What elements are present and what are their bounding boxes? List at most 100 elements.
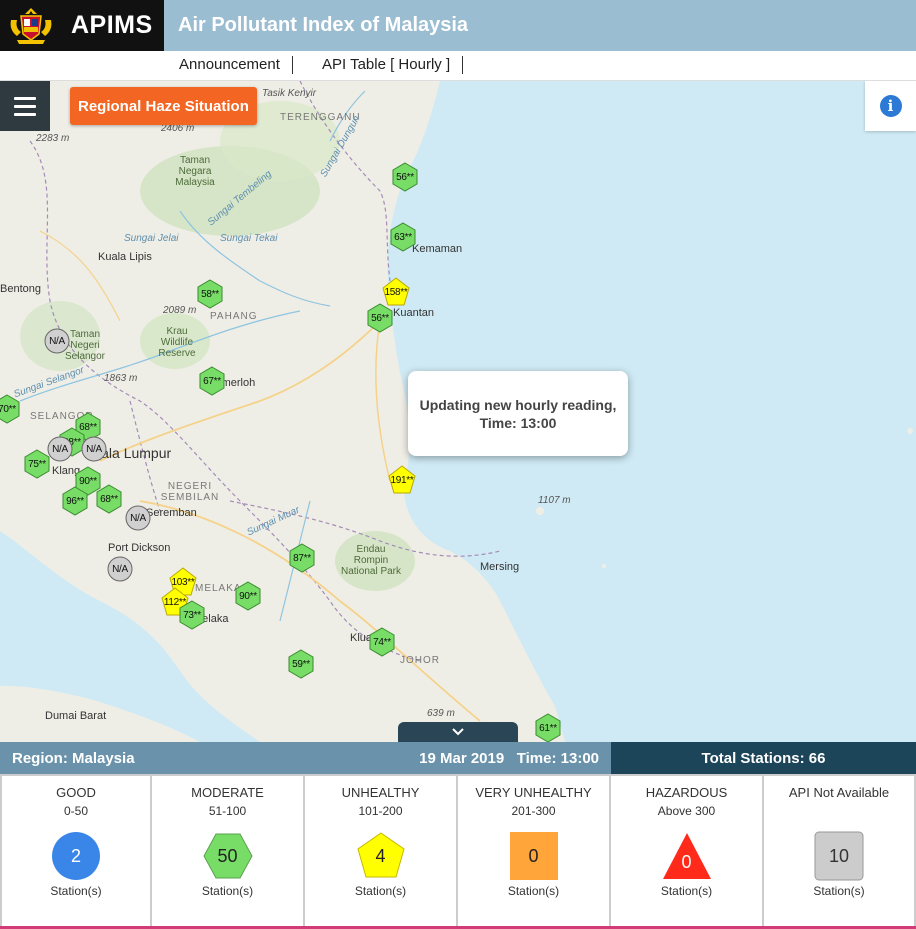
map-label-seremban: Seremban xyxy=(146,507,197,519)
station-marker[interactable]: N/A xyxy=(106,553,134,585)
legend-station-label: Station(s) xyxy=(201,884,254,898)
map-label-sungai-tekai: Sungai Tekai xyxy=(220,233,278,244)
map-label-kuala-lipis: Kuala Lipis xyxy=(98,251,152,263)
legend-api-not-available[interactable]: API Not Available 10 Station(s) xyxy=(764,776,916,926)
legend-range: 101-200 xyxy=(358,804,403,818)
station-marker[interactable]: 74** xyxy=(368,626,396,658)
station-marker[interactable]: 56** xyxy=(391,161,419,193)
legend-square-icon: 0 xyxy=(509,831,559,881)
station-marker-value: 90** xyxy=(239,590,257,602)
api-legend: GOOD 0-50 2 Station(s) MODERATE 51-100 50 Stati… xyxy=(0,774,916,929)
datetime-label: 19 Mar 2019 Time: 13:00 xyxy=(419,750,599,767)
chevron-down-icon xyxy=(452,728,464,736)
expand-panel-button[interactable] xyxy=(398,722,518,742)
station-marker[interactable]: 73** xyxy=(178,599,206,631)
nav-link-api-table-hourly[interactable]: API Table [ Hourly ] xyxy=(310,56,464,74)
station-marker[interactable]: 61** xyxy=(534,712,562,742)
popup-line-2: Time: 13:00 xyxy=(479,414,557,431)
legend-moderate[interactable]: MODERATE 51-100 50 Station(s) xyxy=(152,776,305,926)
legend-count: 4 xyxy=(375,845,386,866)
legend-category-name: API Not Available xyxy=(788,785,890,800)
station-marker-value: 75** xyxy=(28,458,46,470)
legend-station-label: Station(s) xyxy=(813,884,865,898)
map-label-tasik-kenyir: Tasik Kenyir xyxy=(262,88,317,99)
station-marker[interactable]: 59** xyxy=(287,648,315,680)
station-marker-value: 61** xyxy=(539,722,557,734)
station-marker[interactable]: 58** xyxy=(196,278,224,310)
map-label-sungai-jelai: Sungai Jelai xyxy=(124,233,179,244)
station-marker-value: 56** xyxy=(371,312,389,324)
status-bar: Region: Malaysia 19 Mar 2019 Time: 13:00… xyxy=(0,742,916,774)
station-marker-value: 96** xyxy=(66,495,84,507)
nav-link-announcement[interactable]: Announcement xyxy=(167,56,293,74)
legend-count: 0 xyxy=(681,851,692,872)
station-marker-value: 73** xyxy=(183,609,201,621)
legend-hazardous[interactable]: HAZARDOUS Above 300 0 Station(s) xyxy=(611,776,764,926)
legend-station-label: Station(s) xyxy=(507,884,560,898)
legend-hexagon-icon: 50 xyxy=(202,831,253,881)
legend-station-label: Station(s) xyxy=(660,884,713,898)
station-marker[interactable]: N/A xyxy=(43,325,71,357)
legend-station-label: Station(s) xyxy=(50,884,102,898)
legend-station-label: Station(s) xyxy=(354,884,407,898)
map-label-bentong: Bentong xyxy=(0,283,41,295)
legend-count: 50 xyxy=(217,845,238,866)
station-marker[interactable]: 67** xyxy=(198,365,226,397)
station-marker-value: 67** xyxy=(203,375,221,387)
map-label-endau-rompin: Endau Rompin National Park xyxy=(340,544,402,577)
station-marker[interactable]: 75** xyxy=(23,448,51,480)
station-marker[interactable]: 90** xyxy=(234,580,262,612)
info-icon: i xyxy=(879,95,902,117)
station-marker-value: 191** xyxy=(390,474,414,486)
map-label-krau: Krau Wildlife Reserve xyxy=(158,326,196,359)
legend-category-name: MODERATE xyxy=(191,785,264,800)
map-label-elev-639: 639 m xyxy=(427,708,455,719)
map-label-elev-2283: 2283 m xyxy=(36,133,70,144)
legend-range: 51-100 xyxy=(208,804,247,818)
station-marker-value: N/A xyxy=(86,443,102,455)
map-label-mersing: Mersing xyxy=(480,561,520,573)
date-value: 19 Mar 2019 xyxy=(419,750,505,767)
app-title: Air Pollutant Index of Malaysia xyxy=(178,14,469,36)
station-marker[interactable]: 87** xyxy=(288,542,316,574)
station-marker[interactable]: N/A xyxy=(80,433,108,465)
map-label-pahang: PAHANG xyxy=(210,311,258,322)
legend-category-name: UNHEALTHY xyxy=(341,785,420,800)
station-marker[interactable]: 191** xyxy=(388,464,416,496)
brand-block[interactable]: APIMS xyxy=(0,0,164,51)
station-marker[interactable]: 68** xyxy=(95,483,123,515)
legend-very-unhealthy[interactable]: VERY UNHEALTHY 201-300 0 Station(s) xyxy=(458,776,611,926)
station-marker[interactable]: 96** xyxy=(61,485,89,517)
map-label-elev-1107: 1107 m xyxy=(538,495,571,506)
legend-category-name: HAZARDOUS xyxy=(645,785,728,800)
status-region-panel: Region: Malaysia 19 Mar 2019 Time: 13:00 xyxy=(0,742,611,774)
time-value: Time: 13:00 xyxy=(516,750,599,767)
station-marker-value: 87** xyxy=(293,552,311,564)
legend-range: Above 300 xyxy=(657,804,716,818)
hamburger-menu-icon[interactable] xyxy=(0,81,50,131)
station-marker[interactable]: 70** xyxy=(0,393,21,425)
regional-haze-button[interactable]: Regional Haze Situation xyxy=(70,87,257,125)
legend-category-name: GOOD xyxy=(56,785,96,800)
station-marker-value: 58** xyxy=(201,288,219,300)
info-button[interactable]: i xyxy=(865,81,916,131)
map-label-elev-2089: 2089 m xyxy=(163,305,197,316)
station-marker[interactable]: 63** xyxy=(389,221,417,253)
legend-unhealthy[interactable]: UNHEALTHY 101-200 4 Station(s) xyxy=(305,776,458,926)
map-label-dumai-barat: Dumai Barat xyxy=(45,710,107,722)
map-view[interactable]: Tasik Kenyir TERENGGANU 2406 m 2283 m Ta… xyxy=(0,81,916,742)
map-label-negeri-sembilan: NEGERI SEMBILAN xyxy=(160,481,220,503)
legend-pentagon-icon: 4 xyxy=(356,831,406,881)
legend-range: 0-50 xyxy=(63,804,89,818)
station-marker-value: 59** xyxy=(292,658,310,670)
station-marker[interactable]: N/A xyxy=(124,502,152,534)
map-label-elev-1863: 1863 m xyxy=(104,373,138,384)
app-header: APIMS Air Pollutant Index of Malaysia xyxy=(0,0,916,51)
coat-of-arms-icon xyxy=(5,5,57,47)
legend-good[interactable]: GOOD 0-50 2 Station(s) xyxy=(0,776,152,926)
legend-circle-icon: 2 xyxy=(51,831,101,881)
station-marker-value: N/A xyxy=(112,563,128,575)
station-marker-value: N/A xyxy=(49,335,65,347)
station-marker[interactable]: 56** xyxy=(366,302,394,334)
station-marker-value: 56** xyxy=(396,171,414,183)
